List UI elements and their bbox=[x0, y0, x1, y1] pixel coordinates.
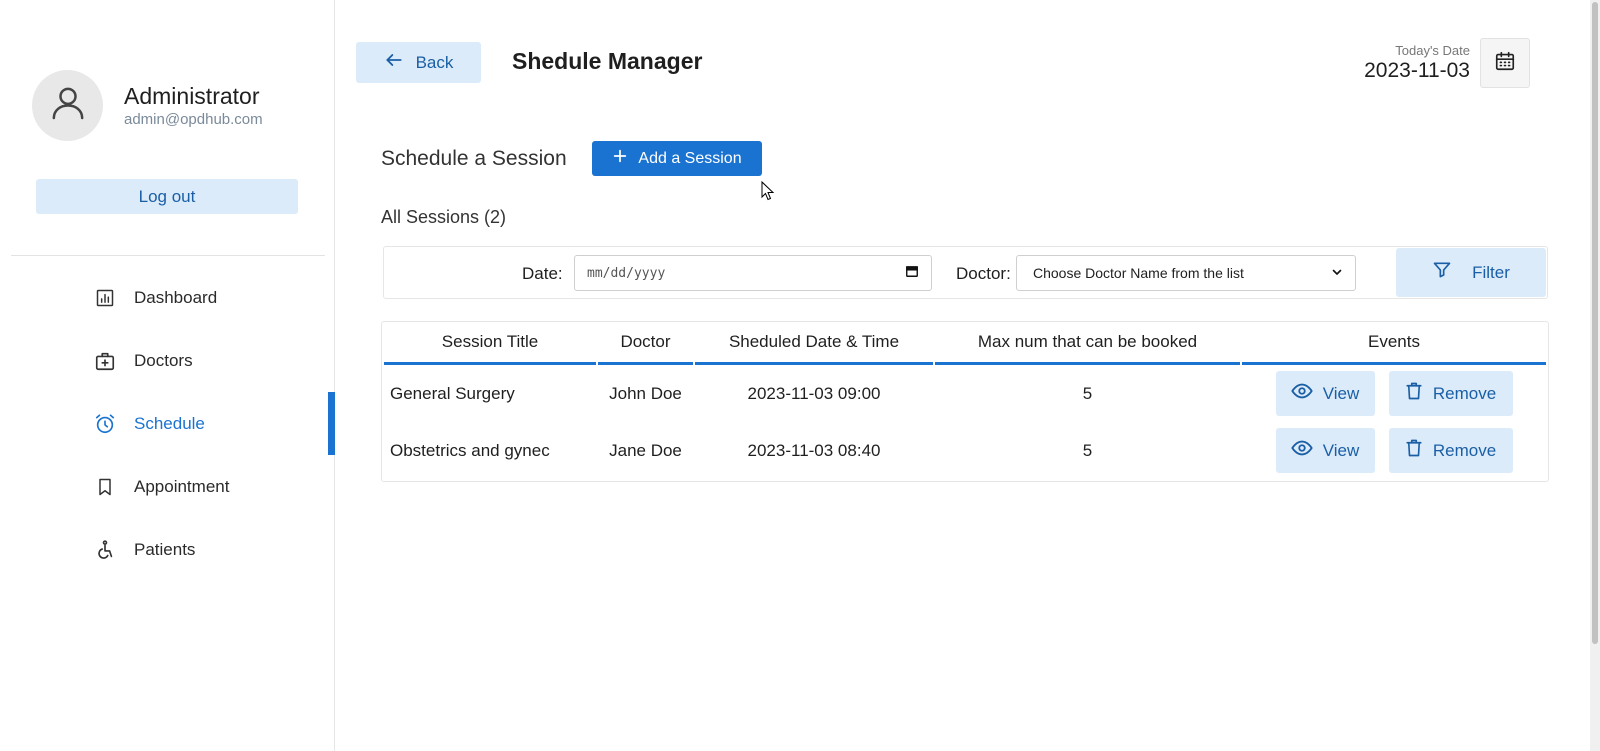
alarm-clock-icon bbox=[94, 413, 116, 435]
today-date: Today's Date 2023-11-03 bbox=[1364, 43, 1470, 83]
session-datetime: 2023-11-03 09:00 bbox=[747, 383, 881, 403]
sidebar-nav: Dashboard Doctors Schedule Appointment P… bbox=[0, 266, 335, 581]
doctor-filter-select[interactable]: Choose Doctor Name from the list bbox=[1016, 255, 1356, 291]
add-session-button[interactable]: Add a Session bbox=[592, 141, 762, 176]
sessions-table: Session Title Doctor Sheduled Date & Tim… bbox=[381, 321, 1549, 482]
trash-icon bbox=[1405, 381, 1423, 406]
calendar-button[interactable] bbox=[1480, 38, 1530, 88]
calendar-icon bbox=[1494, 50, 1516, 77]
doctor-bag-icon bbox=[94, 350, 116, 372]
column-header-session-title: Session Title bbox=[384, 322, 596, 365]
session-events: View Remove bbox=[1242, 422, 1546, 479]
arrow-left-icon bbox=[384, 50, 404, 75]
session-max-booked: 5 bbox=[1082, 383, 1093, 403]
chevron-down-icon bbox=[1331, 265, 1343, 281]
user-profile: Administrator admin@opdhub.com bbox=[32, 70, 263, 141]
wheelchair-icon bbox=[94, 539, 116, 561]
column-header-events: Events bbox=[1242, 322, 1546, 365]
funnel-icon bbox=[1432, 260, 1452, 285]
remove-label: Remove bbox=[1432, 383, 1497, 403]
plus-icon bbox=[612, 148, 628, 169]
sidebar-item-doctors[interactable]: Doctors bbox=[0, 329, 335, 392]
avatar bbox=[32, 70, 103, 141]
session-doctor: John Doe bbox=[609, 383, 682, 403]
remove-label: Remove bbox=[1432, 440, 1497, 460]
sidebar-divider bbox=[11, 255, 325, 256]
filter-label: Filter bbox=[1472, 262, 1510, 282]
sidebar: Administrator admin@opdhub.com Log out D… bbox=[0, 0, 335, 751]
column-header-doctor: Doctor bbox=[598, 322, 693, 365]
view-label: View bbox=[1322, 383, 1360, 403]
eye-icon bbox=[1291, 380, 1313, 407]
table-header-row: Session Title Doctor Sheduled Date & Tim… bbox=[384, 322, 1546, 365]
dashboard-icon bbox=[94, 287, 116, 309]
remove-button[interactable]: Remove bbox=[1388, 371, 1513, 416]
table-row: Obstetrics and gynec Jane Doe 2023-11-03… bbox=[384, 422, 1546, 479]
bookmark-icon bbox=[94, 476, 116, 498]
view-button[interactable]: View bbox=[1275, 428, 1375, 473]
back-label: Back bbox=[415, 52, 454, 72]
schedule-heading: Schedule a Session bbox=[381, 147, 567, 170]
column-header-datetime: Sheduled Date & Time bbox=[695, 322, 933, 365]
sidebar-item-label: Appointment bbox=[134, 476, 230, 496]
sidebar-item-dashboard[interactable]: Dashboard bbox=[0, 266, 335, 329]
sidebar-item-schedule[interactable]: Schedule bbox=[0, 392, 335, 455]
mouse-cursor-icon bbox=[761, 180, 775, 206]
user-email: admin@opdhub.com bbox=[124, 111, 263, 128]
sidebar-item-label: Dashboard bbox=[134, 287, 218, 307]
user-name: Administrator bbox=[124, 83, 260, 109]
column-header-max-booked: Max num that can be booked bbox=[935, 322, 1240, 365]
sidebar-item-appointment[interactable]: Appointment bbox=[0, 455, 335, 518]
date-filter-label: Date: bbox=[522, 264, 563, 283]
page-title: Shedule Manager bbox=[512, 48, 703, 74]
date-placeholder: mm/dd/yyyy bbox=[587, 265, 666, 281]
scrollbar-thumb[interactable] bbox=[1592, 2, 1598, 644]
session-doctor: Jane Doe bbox=[609, 440, 682, 460]
view-button[interactable]: View bbox=[1275, 371, 1375, 416]
session-events: View Remove bbox=[1242, 365, 1546, 422]
session-datetime: 2023-11-03 08:40 bbox=[747, 440, 881, 460]
today-value: 2023-11-03 bbox=[1364, 59, 1470, 82]
logout-button[interactable]: Log out bbox=[36, 179, 298, 214]
doctor-select-value: Choose Doctor Name from the list bbox=[1033, 265, 1244, 281]
view-label: View bbox=[1322, 440, 1360, 460]
sidebar-item-label: Patients bbox=[134, 539, 196, 559]
session-max-booked: 5 bbox=[1082, 440, 1093, 460]
session-title: Obstetrics and gynec bbox=[390, 440, 550, 460]
filter-button[interactable]: Filter bbox=[1396, 248, 1546, 297]
eye-icon bbox=[1291, 437, 1313, 464]
page-scrollbar[interactable] bbox=[1590, 0, 1600, 751]
trash-icon bbox=[1405, 438, 1423, 463]
doctor-filter-label: Doctor: bbox=[956, 264, 1011, 283]
all-sessions-count: All Sessions (2) bbox=[381, 207, 507, 227]
back-button[interactable]: Back bbox=[356, 42, 481, 83]
add-session-label: Add a Session bbox=[638, 149, 742, 167]
user-icon bbox=[48, 83, 88, 128]
sidebar-item-label: Schedule bbox=[134, 413, 205, 433]
calendar-picker-icon[interactable] bbox=[905, 264, 919, 282]
sidebar-item-label: Doctors bbox=[134, 350, 193, 370]
sidebar-item-patients[interactable]: Patients bbox=[0, 518, 335, 581]
session-title: General Surgery bbox=[390, 383, 515, 403]
remove-button[interactable]: Remove bbox=[1388, 428, 1513, 473]
table-row: General Surgery John Doe 2023-11-03 09:0… bbox=[384, 365, 1546, 422]
date-filter-input[interactable]: mm/dd/yyyy bbox=[574, 255, 932, 291]
today-label: Today's Date bbox=[1395, 43, 1470, 58]
